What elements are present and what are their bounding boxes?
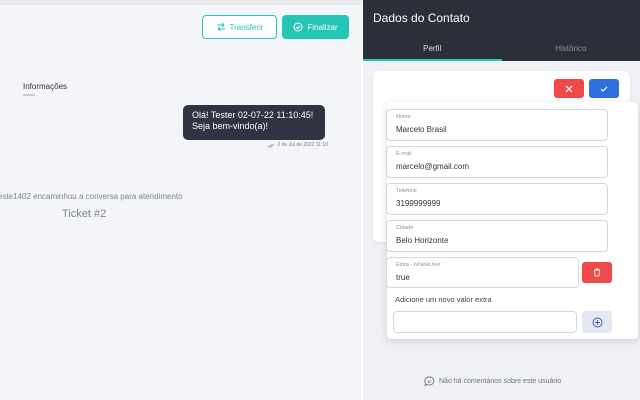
name-field-label: Nome [396, 114, 411, 120]
extra-field-value: true [396, 273, 410, 282]
add-extra-button[interactable] [582, 311, 612, 333]
info-subtitle [23, 94, 35, 96]
email-field-value: marcelo@gmail.com [396, 162, 470, 171]
trash-icon [593, 268, 601, 277]
phone-field-value: 3199999999 [396, 199, 441, 208]
panel-title: Dados do Contato [373, 11, 470, 25]
message-line-2: Seja bem-vindo(a)! [192, 121, 269, 131]
city-field-label: Cidade [396, 225, 414, 231]
system-message: este1402 encaminhou a conversa para aten… [0, 192, 183, 201]
transfer-button[interactable]: Transferir [202, 15, 277, 39]
name-field[interactable]: Nome Marcelo Brasil [386, 109, 608, 141]
email-field[interactable]: E-mail marcelo@gmail.com [386, 146, 608, 178]
message-timestamp: 2 de Jul de 2022 11:10 [256, 142, 328, 148]
plus-circle-icon [592, 317, 603, 328]
message-line-1: Olá! Tester 02-07-22 11:10:45! [192, 110, 314, 120]
city-field[interactable]: Cidade Belo Horizonte [386, 220, 608, 252]
finish-button[interactable]: Finalizar [282, 15, 349, 39]
extra-field-label: Extra - IsNewUser [396, 262, 441, 268]
check-circle-icon [293, 22, 303, 32]
chat-area: Transferir Finalizar Olá! Tester 02-07-2… [0, 0, 362, 400]
add-extra-input[interactable] [393, 311, 577, 333]
extra-field[interactable]: Extra - IsNewUser true [386, 257, 579, 288]
cancel-button[interactable] [554, 79, 584, 98]
no-comments-message: Não há comentários sobre este usuário [424, 376, 561, 387]
finish-label: Finalizar [307, 22, 338, 32]
city-field-value: Belo Horizonte [396, 236, 449, 245]
info-title: Informações [23, 82, 68, 91]
no-comments-text: Não há comentários sobre este usuário [439, 378, 562, 385]
message-bubble: Olá! Tester 02-07-22 11:10:45! Seja bem-… [183, 105, 325, 140]
double-check-icon [267, 143, 275, 148]
message-time: 2 de Jul de 2022 11:10 [277, 142, 328, 148]
panel-tabs: Perfil Histórico [363, 36, 640, 61]
tab-profile[interactable]: Perfil [363, 36, 502, 61]
phone-field-label: Telefone [396, 188, 417, 194]
chat-top-bar [0, 0, 362, 5]
comment-icon [424, 376, 435, 387]
close-icon [565, 85, 573, 93]
confirm-button[interactable] [589, 79, 619, 98]
panel-header: Dados do Contato [363, 0, 640, 36]
add-extra-label: Adicione um novo valor extra [395, 295, 492, 304]
check-icon [600, 86, 608, 92]
ticket-label: Ticket #2 [62, 208, 107, 220]
name-field-value: Marcelo Brasil [396, 125, 447, 134]
transfer-icon [216, 22, 226, 32]
transfer-label: Transferir [229, 22, 264, 32]
delete-extra-button[interactable] [582, 262, 612, 283]
phone-field[interactable]: Telefone 3199999999 [386, 183, 608, 215]
tab-history[interactable]: Histórico [502, 36, 640, 61]
email-field-label: E-mail [396, 151, 412, 157]
